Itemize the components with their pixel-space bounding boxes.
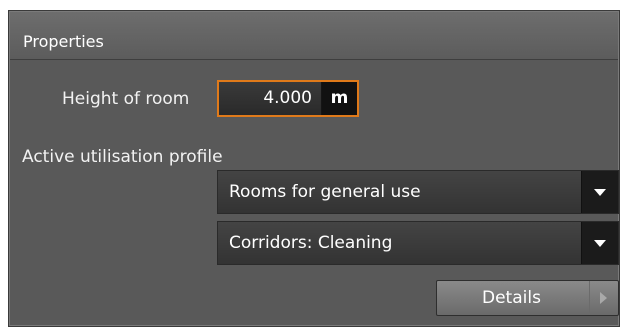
utilisation-profile-value: Corridors: Cleaning (229, 233, 393, 253)
active-utilisation-profile-label: Active utilisation profile (22, 147, 223, 167)
profile-category-dropdown[interactable]: Rooms for general use (217, 170, 619, 214)
chevron-right-icon (589, 281, 618, 315)
details-button[interactable]: Details (436, 280, 619, 316)
chevron-down-icon[interactable] (581, 171, 618, 213)
height-of-room-input[interactable]: 4.000 (219, 82, 321, 115)
height-of-room-label: Height of room (62, 89, 190, 109)
height-of-room-field[interactable]: 4.000 m (217, 80, 359, 117)
panel-header: Properties (10, 12, 618, 60)
properties-panel: Properties Height of room 4.000 m Active… (8, 10, 620, 327)
profile-category-value: Rooms for general use (229, 182, 421, 202)
panel-title: Properties (23, 32, 104, 51)
utilisation-profile-dropdown[interactable]: Corridors: Cleaning (217, 221, 619, 265)
height-unit-label: m (321, 82, 357, 115)
details-button-label: Details (482, 288, 541, 308)
chevron-down-icon[interactable] (581, 222, 618, 264)
